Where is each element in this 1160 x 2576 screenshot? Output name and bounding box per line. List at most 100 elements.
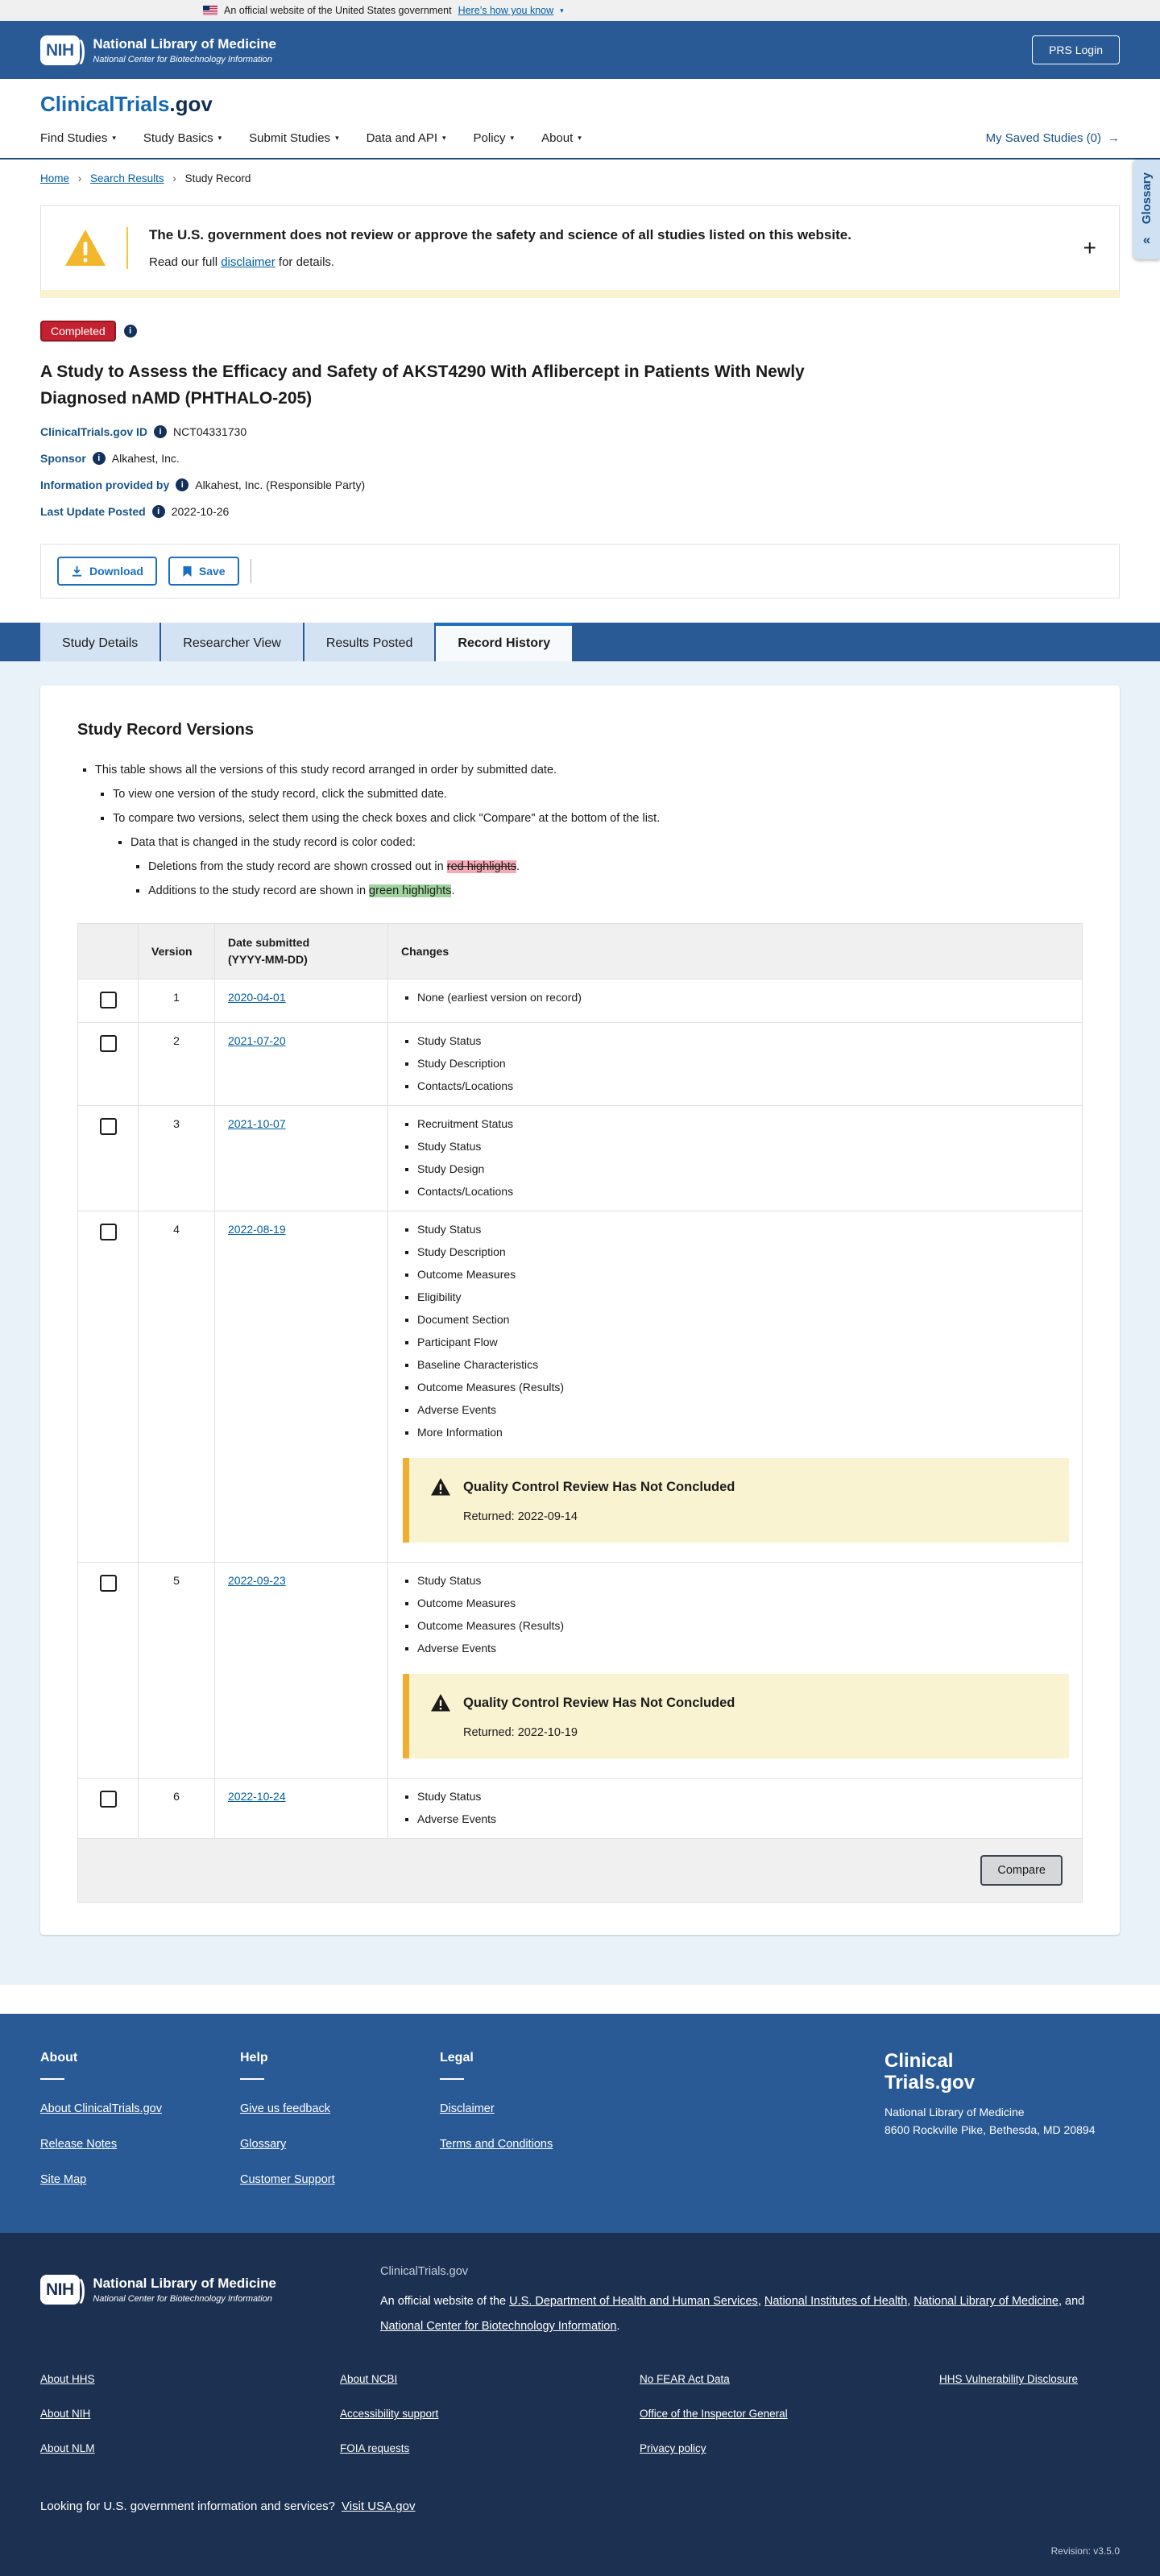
change-item: Contacts/Locations <box>417 1079 1069 1092</box>
tab-researcher-view[interactable]: Researcher View <box>161 623 303 661</box>
qc-callout: Quality Control Review Has Not Concluded… <box>403 1674 1069 1758</box>
date-column-header: Date submitted (YYYY-MM-DD) <box>215 924 388 979</box>
info-icon[interactable]: i <box>152 505 165 518</box>
link-no-fear-act[interactable]: No FEAR Act Data <box>640 2373 939 2385</box>
nlm-names: National Library of Medicine National Ce… <box>93 2276 276 2304</box>
clinicaltrials-logo[interactable]: ClinicalTrials.gov <box>40 92 1120 117</box>
sponsor-value: Alkahest, Inc. <box>112 452 180 465</box>
version-date-link[interactable]: 2021-07-20 <box>228 1034 286 1047</box>
version-date-link[interactable]: 2020-04-01 <box>228 991 286 1004</box>
my-saved-studies-link[interactable]: My Saved Studies (0) → <box>986 131 1120 145</box>
warning-icon <box>430 1477 451 1497</box>
link-about-hhs[interactable]: About HHS <box>40 2373 340 2385</box>
version-checkbox[interactable] <box>100 1575 117 1592</box>
link-about-ncbi[interactable]: About NCBI <box>340 2373 640 2385</box>
nih-logo-text: NIH <box>40 35 80 65</box>
change-item: Participant Flow <box>417 1336 1069 1348</box>
nih-logo[interactable]: NIH ) National Library of Medicine Natio… <box>40 35 276 65</box>
version-checkbox[interactable] <box>100 1224 117 1240</box>
link-about-nih[interactable]: About NIH <box>40 2408 340 2420</box>
save-button[interactable]: Save <box>168 557 239 586</box>
bullet-deletions: Deletions from the study record are show… <box>148 860 1083 873</box>
breadcrumb-home-link[interactable]: Home <box>40 172 69 184</box>
versions-tbody: 12020-04-01None (earliest version on rec… <box>78 979 1083 1839</box>
changes-cell: None (earliest version on record) <box>388 979 1083 1023</box>
date-cell: 2022-08-19 <box>215 1211 388 1563</box>
changes-cell: Study StatusStudy DescriptionOutcome Mea… <box>388 1211 1083 1563</box>
ncbi-link[interactable]: National Center for Biotechnology Inform… <box>380 2320 616 2333</box>
nav-item-policy[interactable]: Policy ▾ <box>474 131 515 145</box>
download-button[interactable]: Download <box>57 557 157 586</box>
footer-link-give-us-feedback[interactable]: Give us feedback <box>240 2102 440 2115</box>
changes-cell: Study StatusStudy DescriptionContacts/Lo… <box>388 1023 1083 1106</box>
changes-cell: Recruitment StatusStudy StatusStudy Desi… <box>388 1106 1083 1211</box>
table-row: 32021-10-07Recruitment StatusStudy Statu… <box>78 1106 1083 1211</box>
table-footer-row: Compare <box>78 1839 1083 1903</box>
expand-plus-icon[interactable]: + <box>1083 237 1096 259</box>
nih-link[interactable]: National Institutes of Health <box>764 2295 907 2308</box>
meta-row-last-update-posted: Last Update Posted i 2022-10-26 <box>40 505 1120 518</box>
info-icon[interactable]: i <box>93 452 106 465</box>
visit-usa-gov-link[interactable]: Visit USA.gov <box>342 2499 415 2513</box>
nlm-link[interactable]: National Library of Medicine <box>914 2295 1058 2308</box>
ncbi-subtitle: National Center for Biotechnology Inform… <box>93 55 276 64</box>
link-about-nlm[interactable]: About NLM <box>40 2442 340 2454</box>
footer-link-terms-and-conditions[interactable]: Terms and Conditions <box>440 2138 640 2151</box>
tab-results-posted[interactable]: Results Posted <box>304 623 435 661</box>
disclaimer-link[interactable]: disclaimer <box>221 255 276 269</box>
breadcrumb-search-results-link[interactable]: Search Results <box>90 172 164 184</box>
tab-record-history[interactable]: Record History <box>436 623 572 661</box>
version-date-link[interactable]: 2022-10-24 <box>228 1790 286 1803</box>
tab-study-details[interactable]: Study Details <box>40 623 160 661</box>
id-label: ClinicalTrials.gov ID <box>40 425 147 438</box>
hhs-link[interactable]: U.S. Department of Health and Human Serv… <box>509 2295 758 2308</box>
footer-link-glossary[interactable]: Glossary <box>240 2138 440 2151</box>
link-hhs-vulnerability-disclosure[interactable]: HHS Vulnerability Disclosure <box>939 2373 1120 2385</box>
how-you-know-link[interactable]: Here’s how you know <box>458 5 554 16</box>
bullet-text: . <box>516 860 520 873</box>
glossary-side-tab[interactable]: Glossary « <box>1133 159 1160 259</box>
change-item: Adverse Events <box>417 1403 1069 1416</box>
nav-item-study-basics[interactable]: Study Basics ▾ <box>143 131 222 145</box>
nih-logo-text: NIH <box>40 2275 80 2305</box>
logo-primary: ClinicalTrials <box>40 92 169 116</box>
footer-link-site-map[interactable]: Site Map <box>40 2173 240 2186</box>
footer-link-about-clinicaltrials[interactable]: About ClinicalTrials.gov <box>40 2102 240 2115</box>
link-accessibility-support[interactable]: Accessibility support <box>340 2408 640 2420</box>
nav-item-find-studies[interactable]: Find Studies ▾ <box>40 131 116 145</box>
info-icon[interactable]: i <box>176 478 188 491</box>
footer-link-release-notes[interactable]: Release Notes <box>40 2138 240 2151</box>
version-date-link[interactable]: 2022-09-23 <box>228 1574 286 1587</box>
footer-link-disclaimer[interactable]: Disclaimer <box>440 2102 640 2115</box>
footer-link-customer-support[interactable]: Customer Support <box>240 2173 440 2186</box>
version-date-link[interactable]: 2022-08-19 <box>228 1223 286 1236</box>
link-foia-requests[interactable]: FOIA requests <box>340 2442 640 2454</box>
prs-login-button[interactable]: PRS Login <box>1032 35 1120 64</box>
nih-logo[interactable]: NIH ) National Library of Medicine Natio… <box>40 2265 353 2305</box>
version-checkbox[interactable] <box>100 1791 117 1808</box>
info-icon[interactable]: i <box>154 425 167 438</box>
nav-item-data-and-api[interactable]: Data and API ▾ <box>367 131 446 145</box>
change-item: Adverse Events <box>417 1812 1069 1825</box>
bullet-compare: To compare two versions, select them usi… <box>113 812 1083 897</box>
qc-callout-title: Quality Control Review Has Not Concluded <box>463 1480 735 1495</box>
version-checkbox[interactable] <box>100 1118 117 1135</box>
warning-triangle-icon <box>64 228 107 268</box>
subfooter-grid-col1: About HHS About NIH About NLM <box>40 2373 340 2477</box>
nav-item-submit-studies[interactable]: Submit Studies ▾ <box>249 131 338 145</box>
nav-item-about[interactable]: About ▾ <box>541 131 582 145</box>
info-icon[interactable]: i <box>124 325 137 338</box>
version-checkbox[interactable] <box>100 1035 117 1052</box>
version-date-link[interactable]: 2021-10-07 <box>228 1117 286 1130</box>
nih-header: NIH ) National Library of Medicine Natio… <box>0 21 1160 79</box>
link-privacy-policy[interactable]: Privacy policy <box>640 2442 939 2454</box>
footer-logo-line1: Clinical <box>884 2051 1120 2073</box>
disclaimer-body-prefix: Read our full <box>149 255 221 269</box>
nav-item-label: Study Basics <box>143 131 213 145</box>
nav-item-label: Data and API <box>367 131 437 145</box>
link-inspector-general[interactable]: Office of the Inspector General <box>640 2408 939 2420</box>
version-checkbox[interactable] <box>100 992 117 1008</box>
divider <box>240 2078 264 2080</box>
table-row: 22021-07-20Study StatusStudy Description… <box>78 1023 1083 1106</box>
compare-button[interactable]: Compare <box>980 1855 1063 1886</box>
